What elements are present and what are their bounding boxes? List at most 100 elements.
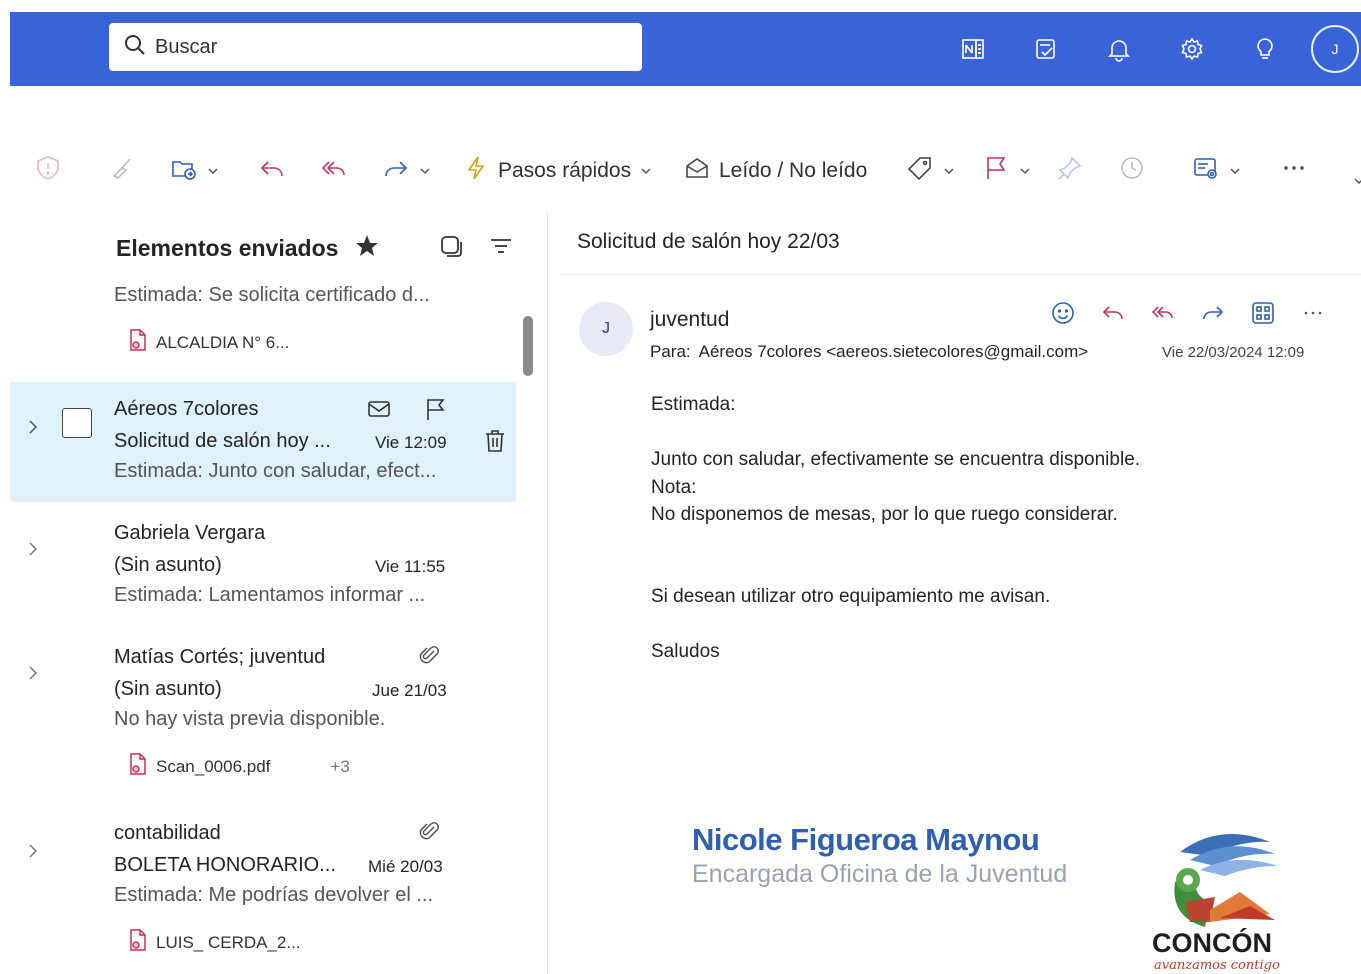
list-item[interactable]: Estimada: Se solicita certificado d... A…	[10, 280, 516, 370]
search-icon	[123, 33, 147, 62]
shield-icon	[34, 154, 62, 188]
sender-name[interactable]: juventud	[650, 308, 729, 332]
body-line: Junto con saludar, efectivamente se encu…	[651, 449, 1141, 470]
tag-icon	[906, 154, 934, 188]
logo-text: CONCÓN	[1152, 928, 1272, 958]
more-actions-button[interactable]	[1288, 300, 1338, 331]
message-preview: Estimada: Junto con saludar, efect...	[114, 460, 437, 482]
chevron-down-icon	[639, 164, 653, 178]
list-item[interactable]: Gabriela Vergara (Sin asunto) Vie 11:55 …	[10, 510, 516, 620]
forward-icon	[382, 154, 410, 188]
delete-button[interactable]	[482, 428, 508, 459]
body-line: No disponemos de mesas, por lo que ruego…	[651, 504, 1118, 525]
sender-avatar[interactable]: J	[579, 302, 633, 356]
todo-icon[interactable]	[1009, 12, 1082, 86]
move-to-folder-button[interactable]	[170, 140, 220, 202]
flag-icon	[422, 396, 448, 427]
message-preview: Estimada: Lamentamos informar ...	[114, 584, 426, 606]
rules-button[interactable]	[1192, 140, 1242, 202]
message-date: Vie 22/03/2024 12:09	[1162, 344, 1305, 361]
folder-move-icon	[170, 154, 198, 188]
forward-button[interactable]	[382, 140, 432, 202]
report-button[interactable]	[34, 140, 62, 202]
more-attachments-count[interactable]: +3	[330, 757, 349, 777]
quick-steps-button[interactable]: Pasos rápidos	[462, 140, 653, 202]
chevron-down-icon	[1352, 174, 1361, 188]
pdf-file-icon	[126, 752, 156, 781]
forward-message-button[interactable]	[1188, 300, 1238, 331]
message-actions	[1038, 300, 1338, 331]
lightning-icon	[462, 154, 490, 188]
read-unread-label: Leído / No leído	[719, 159, 868, 182]
reply-icon	[1100, 300, 1126, 331]
scrollbar-thumb[interactable]	[523, 316, 533, 376]
read-unread-button[interactable]: Leído / No leído	[683, 140, 867, 202]
envelope-open-icon	[683, 154, 711, 188]
filter-button[interactable]	[488, 232, 514, 264]
attachment-chip[interactable]: ALCALDIA N° 6...	[126, 328, 289, 357]
top-icon-bar: J	[936, 12, 1361, 86]
chevron-down-icon	[1018, 164, 1032, 178]
paperclip-icon	[418, 644, 440, 671]
chevron-down-icon	[206, 164, 220, 178]
list-item[interactable]: contabilidad BOLETA HONORARIO... Mié 20/…	[10, 810, 516, 974]
search-input[interactable]	[155, 35, 595, 59]
flag-message-button[interactable]	[422, 396, 448, 427]
pdf-file-icon	[126, 928, 156, 957]
reply-all-message-button[interactable]	[1138, 300, 1188, 331]
message-sender: Aéreos 7colores	[114, 398, 259, 420]
flag-button[interactable]	[982, 140, 1032, 202]
ellipsis-icon	[1280, 154, 1308, 188]
chevron-down-icon	[942, 164, 956, 178]
ellipsis-icon	[1300, 300, 1326, 331]
reading-pane: Solicitud de salón hoy 22/03 J juventud …	[560, 210, 1361, 974]
recipient[interactable]: Aéreos 7colores <aereos.sietecolores@gma…	[699, 342, 1089, 361]
gear-icon[interactable]	[1155, 12, 1228, 86]
select-icon	[438, 233, 464, 264]
onenote-icon[interactable]	[936, 12, 1009, 86]
mark-unread-button[interactable]	[366, 396, 392, 427]
reply-button[interactable]	[258, 140, 286, 202]
emoji-react-button[interactable]	[1038, 300, 1088, 331]
body-greeting: Estimada:	[651, 394, 736, 415]
categorize-button[interactable]	[906, 140, 956, 202]
chevron-right-icon[interactable]	[24, 664, 42, 682]
list-item[interactable]: Matías Cortés; juventud (Sin asunto) Jue…	[10, 634, 516, 794]
select-mode-button[interactable]	[438, 232, 464, 264]
attachment-chip[interactable]: Scan_0006.pdf +3	[126, 752, 350, 781]
search-box[interactable]	[109, 23, 642, 71]
snooze-button[interactable]	[1118, 140, 1146, 202]
chevron-right-icon[interactable]	[24, 842, 42, 860]
chevron-right-icon[interactable]	[24, 418, 42, 436]
pin-button[interactable]	[1056, 140, 1084, 202]
message-subject-header: Solicitud de salón hoy 22/03	[577, 230, 840, 253]
paperclip-icon	[418, 820, 440, 847]
message-subject: BOLETA HONORARIO...	[114, 854, 336, 876]
reply-icon	[258, 154, 286, 188]
star-icon[interactable]	[354, 233, 380, 264]
user-avatar[interactable]: J	[1311, 25, 1359, 73]
message-sender: contabilidad	[114, 822, 221, 844]
message-time: Jue 21/03	[372, 681, 447, 700]
pdf-file-icon	[126, 328, 156, 357]
flag-icon	[982, 154, 1010, 188]
folder-header: Elementos enviados	[116, 232, 526, 264]
message-subject: Solicitud de salón hoy ...	[114, 430, 331, 452]
select-checkbox[interactable]	[62, 408, 92, 438]
list-item-selected[interactable]: Aéreos 7colores Solicitud de salón hoy .…	[10, 382, 516, 502]
logo-tagline: avanzamos contigo	[1154, 958, 1280, 973]
reply-message-button[interactable]	[1088, 300, 1138, 331]
lightbulb-icon[interactable]	[1228, 12, 1301, 86]
apps-button[interactable]	[1238, 300, 1288, 331]
forward-icon	[1200, 300, 1226, 331]
folder-title: Elementos enviados	[116, 234, 339, 261]
chevron-right-icon[interactable]	[24, 540, 42, 558]
expand-ribbon-button[interactable]	[1344, 150, 1361, 212]
attachment-chip[interactable]: LUIS_ CERDA_2...	[126, 928, 301, 957]
reply-all-button[interactable]	[320, 140, 348, 202]
to-label: Para:	[650, 342, 691, 361]
body-line: Si desean utilizar otro equipamiento me …	[651, 586, 1051, 607]
bell-icon[interactable]	[1082, 12, 1155, 86]
sweep-button[interactable]	[108, 140, 136, 202]
more-options-button[interactable]	[1280, 140, 1308, 202]
